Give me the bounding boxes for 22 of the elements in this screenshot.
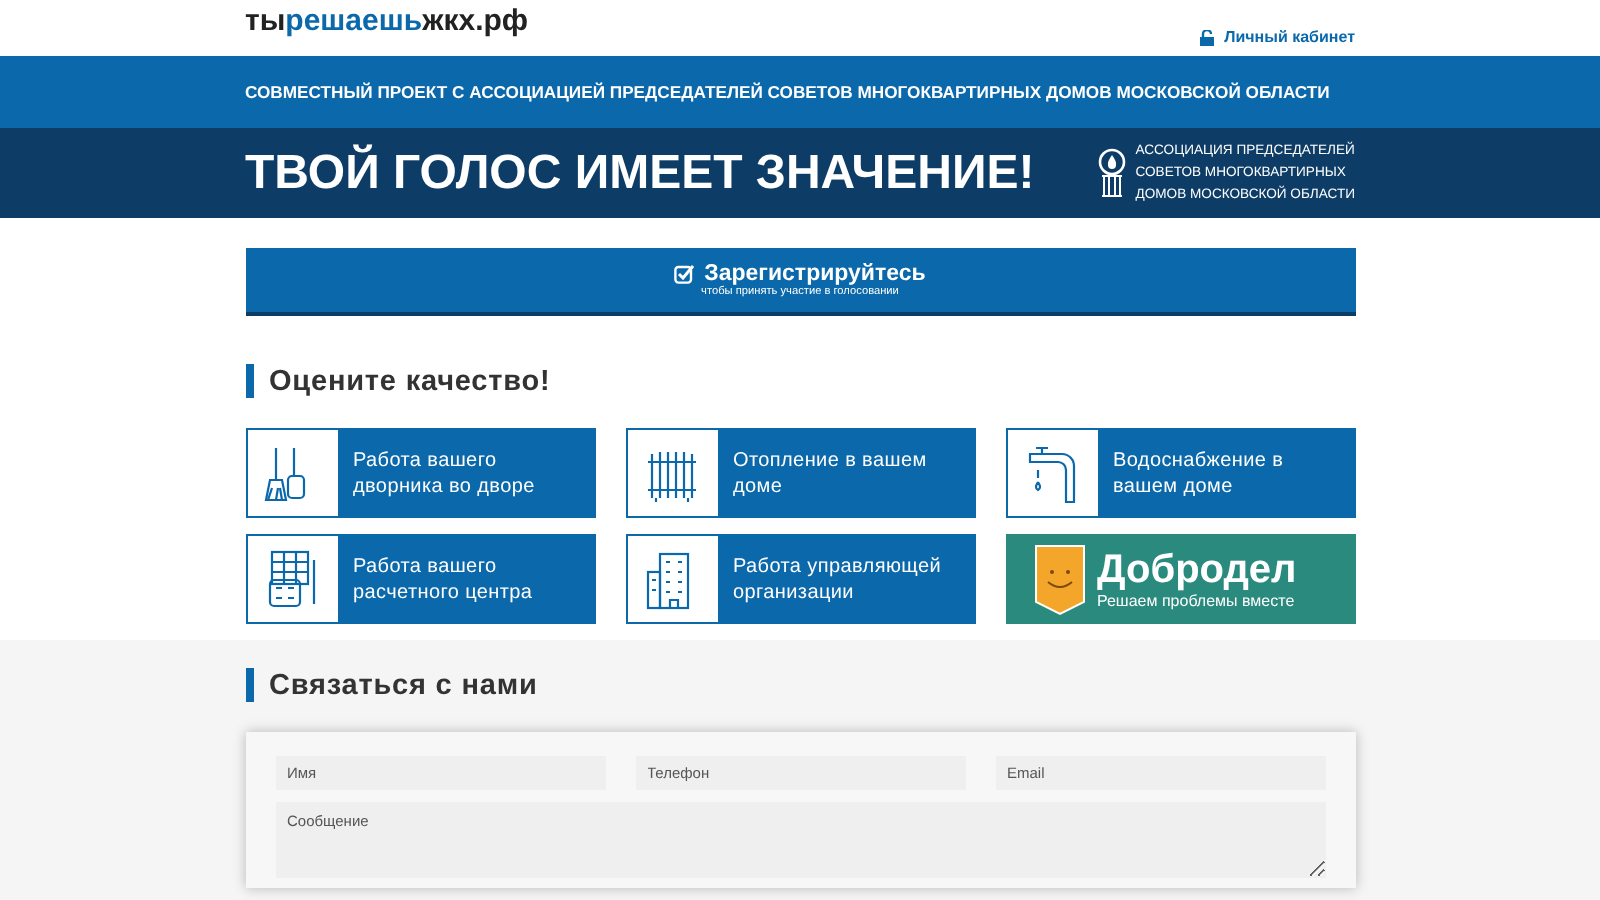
service-tile[interactable]: Работа вашего дворника во дворе	[245, 428, 595, 518]
lock-icon	[1200, 29, 1215, 45]
heading-accent-bar	[245, 364, 253, 398]
promo-slogan: Решаем проблемы вместе	[1097, 592, 1297, 610]
service-tile[interactable]: Отопление в вашем доме	[625, 428, 975, 518]
heading-accent-bar	[245, 668, 253, 702]
faucet-icon	[1024, 441, 1080, 505]
calculator-icon	[264, 547, 320, 611]
account-link[interactable]: Личный кабинет	[1200, 28, 1355, 46]
section-heading: Связаться с нами	[269, 669, 538, 701]
smiley-shield-icon	[1033, 543, 1085, 615]
section-heading: Оцените качество!	[269, 365, 551, 397]
project-banner-text: СОВМЕСТНЫЙ ПРОЕКТ С АССОЦИАЦИЕЙ ПРЕДСЕДАТЕЛЕЙ СОВЕТОВ МНОГОКВАРТИРНЫХ ДОМОВ МОСКОВСКОЙ ОБЛАСТИ	[245, 82, 1330, 102]
dobrodel-banner[interactable]: Добродел Решаем проблемы вместе	[1005, 534, 1355, 624]
service-tile[interactable]: Водоснабжение в вашем доме	[1005, 428, 1355, 518]
checkbox-icon	[674, 264, 695, 284]
service-tile[interactable]: Работа управляющей организации	[625, 534, 975, 624]
site-logo[interactable]: тырешаешьжкх.рф	[245, 4, 529, 38]
service-tile[interactable]: Работа вашего расчетного центра	[245, 534, 595, 624]
association-logo-icon	[1097, 147, 1126, 199]
promo-title: Добродел	[1097, 548, 1297, 592]
hero-title: ТВОЙ ГОЛОС ИМЕЕТ ЗНАЧЕНИЕ!	[245, 145, 1035, 201]
